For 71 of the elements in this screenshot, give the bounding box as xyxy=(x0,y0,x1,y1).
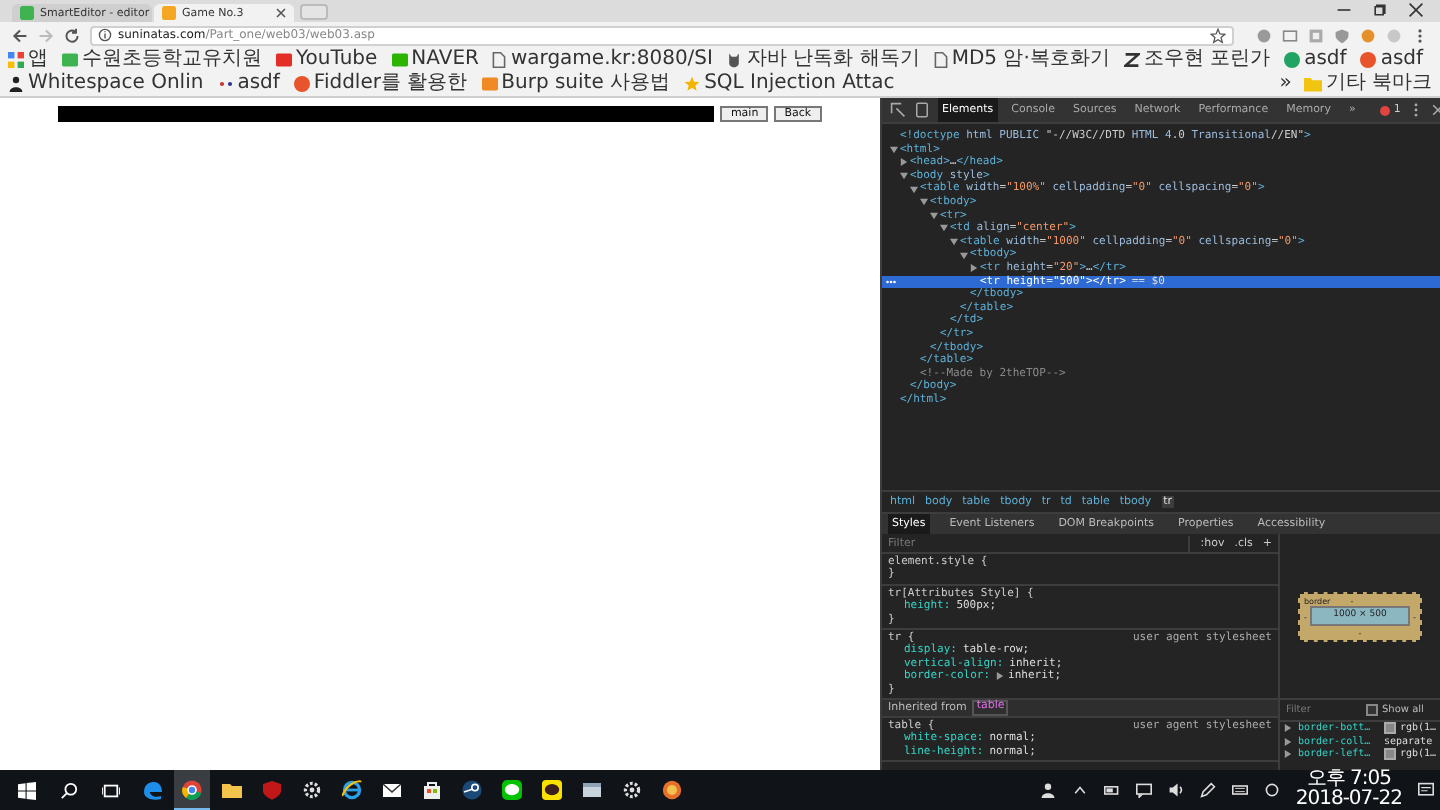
browser-icon xyxy=(182,779,202,799)
bookmark[interactable]: wargame.kr:8080/SI xyxy=(492,48,713,72)
chevron-icon[interactable] xyxy=(1071,782,1088,798)
browser-icon xyxy=(142,779,162,799)
app-icon xyxy=(462,779,482,799)
reload-icon[interactable] xyxy=(64,27,80,43)
pen-icon[interactable] xyxy=(1199,782,1216,798)
inspect-icon[interactable] xyxy=(890,102,906,118)
page-icon xyxy=(933,52,948,68)
keyboard-icon[interactable] xyxy=(1231,782,1248,798)
message-icon[interactable] xyxy=(1135,782,1152,798)
square-icon[interactable] xyxy=(1282,27,1298,43)
close-icon[interactable] xyxy=(276,8,286,18)
gear-icon xyxy=(302,779,322,799)
bookmark[interactable]: 수원초등학교유치원 xyxy=(62,48,262,72)
more-bookmarks-button[interactable]: » xyxy=(1279,72,1292,96)
bookmark-folder[interactable]: 기타 북마크 xyxy=(1303,72,1432,96)
device-icon[interactable] xyxy=(916,102,928,118)
window-icon xyxy=(582,779,602,799)
zigzag-icon xyxy=(1123,52,1140,68)
bookmark[interactable]: NAVER xyxy=(391,48,479,72)
bookmark[interactable]: Burp suite 사용법 xyxy=(481,72,671,96)
folder-icon xyxy=(222,779,242,799)
folder-icon xyxy=(1303,76,1322,92)
browser-icon xyxy=(342,779,362,799)
app-icon xyxy=(662,779,682,799)
expanded-icon[interactable] xyxy=(890,145,898,154)
shield-icon[interactable] xyxy=(1334,27,1350,43)
close-icon[interactable] xyxy=(1408,1,1424,17)
bookmark[interactable]: SQL Injection Attac xyxy=(684,72,895,96)
battery-icon[interactable] xyxy=(1103,782,1120,798)
person-icon xyxy=(8,76,24,92)
taskbar-button[interactable] xyxy=(174,770,210,810)
bookmark[interactable]: YouTube xyxy=(276,48,378,72)
expand-icon[interactable] xyxy=(996,672,1005,681)
volume-icon[interactable] xyxy=(1167,782,1184,798)
gear-icon xyxy=(622,779,642,799)
collapsed-icon[interactable] xyxy=(900,158,908,167)
shield-icon xyxy=(262,779,282,799)
chat-icon xyxy=(502,779,522,799)
bookmark[interactable]: MD5 암·복호화기 xyxy=(933,48,1110,72)
mail-icon xyxy=(382,779,402,799)
bookmark[interactable]: Whitespace Onlin xyxy=(8,72,204,96)
more-icon[interactable] xyxy=(1410,102,1423,118)
info-icon xyxy=(98,28,112,42)
owl-icon xyxy=(726,52,743,68)
chat-icon xyxy=(542,779,562,799)
back-icon[interactable] xyxy=(12,27,28,43)
person-icon[interactable] xyxy=(1039,782,1056,798)
page-icon xyxy=(492,52,507,68)
bookmark[interactable]: Fiddler를 활용한 xyxy=(293,72,468,96)
collapsed-icon[interactable] xyxy=(970,264,978,273)
restore-icon[interactable] xyxy=(1372,1,1388,17)
bookmark-star-icon[interactable] xyxy=(1210,27,1226,43)
task-view-icon[interactable] xyxy=(102,781,120,799)
bookmark[interactable]: 자바 난독화 해독기 xyxy=(726,48,920,72)
bookmark[interactable]: asdf xyxy=(1360,48,1424,72)
error-icon xyxy=(1379,105,1390,115)
dots-icon xyxy=(217,76,234,92)
bookmark[interactable]: asdf xyxy=(1284,48,1347,72)
bag-icon xyxy=(422,779,442,799)
checkbox[interactable] xyxy=(1366,704,1378,716)
bookmark[interactable]: 조우현 포린가 xyxy=(1123,48,1271,72)
star-icon xyxy=(684,76,701,92)
bookmark[interactable]: asdf xyxy=(217,72,280,96)
search-icon[interactable] xyxy=(60,781,78,799)
apps-icon xyxy=(8,52,24,68)
clock[interactable]: 오후 7:05 2018-07-22 xyxy=(1295,770,1402,810)
notification-icon[interactable] xyxy=(1418,782,1434,798)
bookmark[interactable]: 앱 xyxy=(8,48,48,72)
start-icon[interactable] xyxy=(18,781,36,799)
